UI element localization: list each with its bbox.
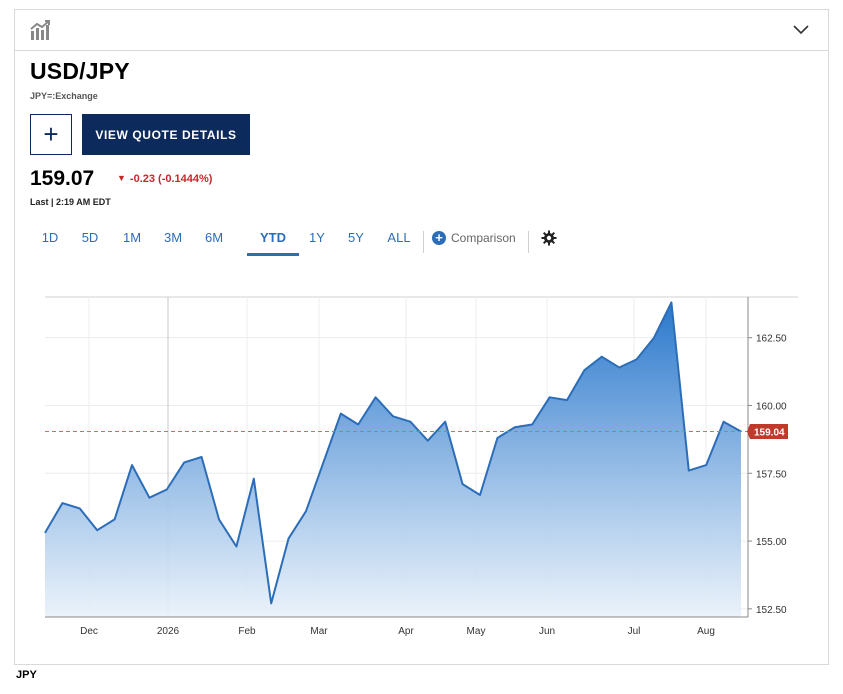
x-tick-label: 2026 [157, 626, 180, 637]
y-tick-label: 152.50 [756, 605, 787, 616]
price-area-fill [45, 302, 741, 617]
x-tick-label: Dec [80, 626, 98, 637]
x-tick-label: Aug [697, 626, 715, 637]
x-tick-label: Apr [398, 626, 414, 637]
x-tick-label: Feb [238, 626, 256, 637]
footer-currency-label: JPY [16, 669, 37, 681]
y-tick-label: 160.00 [756, 401, 787, 412]
y-tick-label: 155.00 [756, 537, 787, 548]
price-chart: 152.50 155.00 157.50 160.00 162.50 Dec 2026 Feb… [44, 296, 798, 637]
y-tick-label: 162.50 [756, 334, 787, 345]
x-tick-label: Jul [628, 626, 641, 637]
x-tick-label: May [467, 626, 486, 637]
y-tick-label: 157.50 [756, 469, 787, 480]
x-tick-label: Mar [310, 626, 328, 637]
last-price-badge-label: 159.04 [754, 428, 785, 439]
x-tick-label: Jun [539, 626, 555, 637]
